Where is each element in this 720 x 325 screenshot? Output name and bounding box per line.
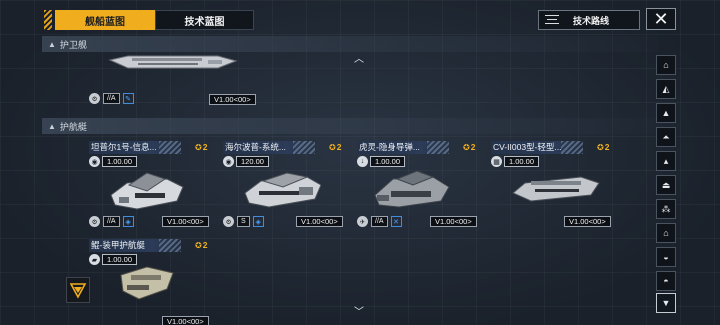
ship-image [110, 172, 184, 210]
rank-icon: ✪ [195, 143, 202, 152]
attr-tag: //A [103, 216, 120, 227]
rank-icon: ✪ [195, 241, 202, 250]
missile-icon: ↓ [357, 156, 368, 167]
tab-ship-blueprint[interactable]: 舰船蓝图 [55, 10, 155, 30]
rank-value: 2 [336, 142, 342, 152]
rank-badge: ✪2 [597, 142, 609, 152]
coin-icon: ◉ [223, 156, 234, 167]
coin-icon: ◉ [89, 156, 100, 167]
scroll-down-icon[interactable]: ﹀ [354, 303, 364, 318]
version-label: V1.00<00> [296, 216, 343, 227]
module-icon: ⚙ [89, 93, 100, 104]
attr-tag: S [237, 216, 250, 227]
rank-badge: ✪2 [329, 142, 341, 152]
ship-card[interactable]: 海尔波普-系统... ✪2 ◉ 120.00 ⚙ S ◈ V1.00<00> [223, 141, 343, 231]
version-label: V1.00<00> [564, 216, 611, 227]
aux-icon[interactable]: ⌂ [656, 223, 676, 243]
version-label: V1.00<00> [209, 94, 256, 105]
corvette-icon[interactable]: ⏏ [656, 175, 676, 195]
tech-route-label: 技术路线 [573, 15, 610, 26]
ship-attributes: ⚙ //A ◈ [89, 216, 134, 227]
rank-badge: ✪2 [195, 142, 207, 152]
version-label: V1.00<00> [162, 216, 209, 227]
station-icon[interactable]: ◒ [656, 247, 676, 267]
frigate-ship-image[interactable] [108, 48, 238, 76]
cost: ▦ 1.00.00 [491, 156, 540, 167]
weapon-icon: ✎ [122, 93, 134, 104]
module-icon: ⚙ [89, 216, 100, 227]
destroyer-icon[interactable]: ⏶ [656, 127, 676, 147]
ship-attributes: ✈ //A ✕ [357, 216, 402, 227]
version-label: V1.00<00> [430, 216, 477, 227]
rank-value: 2 [604, 142, 610, 152]
cruiser-icon[interactable]: ▲ [656, 103, 676, 123]
scroll-up-icon[interactable]: ︿ [354, 50, 364, 65]
carrier-icon[interactable]: ◭ [656, 79, 676, 99]
hangar-icon[interactable]: ⌂ [656, 55, 676, 75]
shield-icon: ◈ [122, 216, 134, 227]
title-stripes [159, 239, 181, 252]
title-stripes [561, 141, 583, 154]
ship-card[interactable]: 鲲-装甲护航艇 ✪2 ▰ 1.00.00 V1.00<00> [89, 239, 209, 325]
rank-badge: ✪2 [195, 240, 207, 250]
rank-badge: ✪2 [463, 142, 475, 152]
rank-value: 2 [202, 240, 208, 250]
module-icon: ⚙ [223, 216, 234, 227]
ship-image [512, 176, 600, 202]
rank-value: 2 [470, 142, 476, 152]
version-label: V1.00<00> [162, 316, 209, 325]
section-label: 护航艇 [59, 121, 87, 132]
top-bar: 舰船蓝图 技术蓝图 技术路线 ✕ [0, 0, 720, 34]
collapse-icon: ▲ [48, 39, 56, 49]
filter-icon[interactable]: ▼ [656, 293, 676, 313]
ship-card[interactable]: CV-II003型-轻型... ✪2 ▦ 1.00.00 V1.00<00> [491, 141, 611, 231]
grid-icon: ▦ [491, 156, 502, 167]
rank-icon: ✪ [597, 143, 604, 152]
shield-icon: ◈ [252, 216, 264, 227]
section-label: 护卫舰 [59, 39, 87, 50]
cross-weapon-icon: ✕ [390, 216, 402, 227]
ship-attributes: ⚙ S ◈ [223, 216, 264, 227]
misc-icon[interactable]: ◓ [656, 271, 676, 291]
tech-route-button[interactable]: 技术路线 [538, 10, 640, 30]
faction-emblem-icon [69, 283, 87, 299]
rank-icon: ✪ [463, 143, 470, 152]
title-stripes [293, 141, 315, 154]
missile-module-icon: ✈ [357, 216, 368, 227]
faction-badge[interactable] [66, 277, 90, 303]
ship-card[interactable]: 坦普尔1号-信息... ✪2 ◉ 1.00.00 ⚙ //A ◈ V1.00<00… [89, 141, 209, 231]
attr-tag: //A [103, 93, 120, 104]
frigate-icon[interactable]: ▴ [656, 151, 676, 171]
attr-tag: //A [371, 216, 388, 227]
rank-icon: ✪ [329, 143, 336, 152]
ship-image [120, 266, 174, 300]
armor-icon: ▰ [89, 254, 100, 265]
cost-value: 1.00.00 [504, 156, 540, 167]
accent-stripes [44, 10, 52, 30]
tab-tech-blueprint[interactable]: 技术蓝图 [155, 10, 254, 30]
list-icon [545, 14, 559, 26]
ship-image [374, 170, 450, 208]
fighter-icon[interactable]: ⁂ [656, 199, 676, 219]
title-stripes [427, 141, 449, 154]
ship-class-filter-bar: ⌂ ◭ ▲ ⏶ ▴ ⏏ ⁂ ⌂ ◒ ◓ ▼ [656, 55, 676, 315]
ship-card[interactable]: 虎灵-隐身导弹... ✪2 ↓ 1.00.00 ✈ //A ✕ V1.00<00> [357, 141, 477, 231]
title-stripes [159, 141, 181, 154]
section-header-escort[interactable]: ▲ 护航艇 [42, 118, 658, 134]
close-button[interactable]: ✕ [646, 8, 676, 30]
rank-value: 2 [202, 142, 208, 152]
collapse-icon: ▲ [48, 121, 56, 131]
ship-image [244, 172, 321, 208]
frigate-attributes: ⚙ //A ✎ [89, 93, 134, 104]
